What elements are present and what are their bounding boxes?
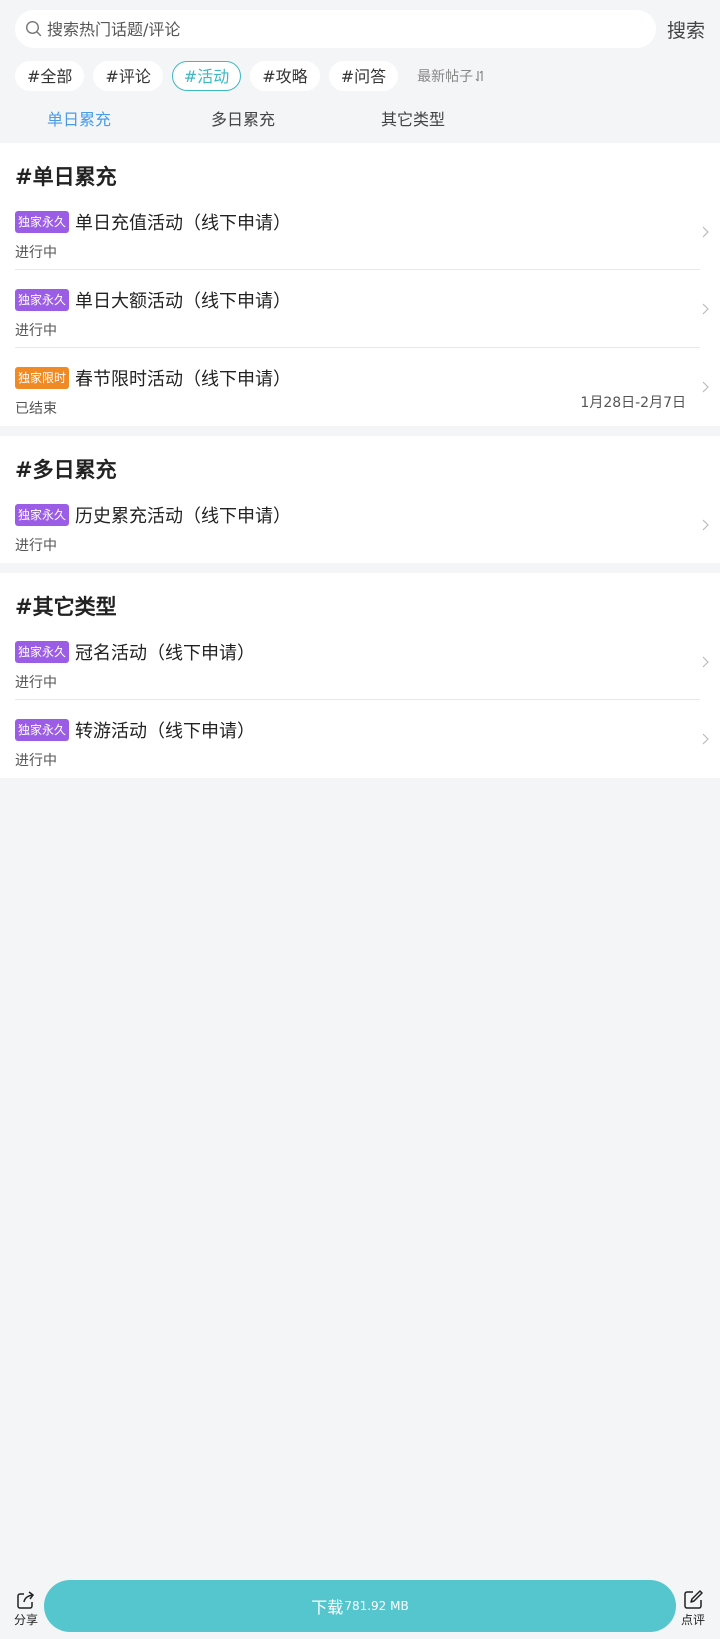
item-title: 单日充值活动（线下申请） bbox=[75, 213, 292, 234]
item-badge: 独家永久 bbox=[15, 641, 70, 663]
subtab-multi-day[interactable]: 多日累充 bbox=[158, 106, 328, 130]
item-title: 单日大额活动（线下申请） bbox=[75, 291, 292, 312]
bottom-bar: 分享 下载 781.92 MB 点评 bbox=[0, 1579, 720, 1639]
sort-icon bbox=[475, 70, 483, 82]
header: 搜索 #全部 #评论 #活动 #攻略 #问答 最新帖子 单日累充 多日累充 其它… bbox=[0, 0, 720, 138]
search-input[interactable] bbox=[47, 19, 607, 39]
activity-item[interactable]: 独家永久 冠名活动（线下申请） 进行中 bbox=[15, 623, 709, 700]
review-label: 点评 bbox=[680, 1613, 705, 1627]
section-title: #单日累充 bbox=[15, 165, 117, 189]
share-label: 分享 bbox=[13, 1613, 38, 1627]
download-size: 781.92 MB bbox=[344, 1599, 409, 1613]
subtab-other[interactable]: 其它类型 bbox=[328, 106, 498, 130]
subtab-single-day[interactable]: 单日累充 bbox=[0, 106, 158, 130]
activity-item[interactable]: 独家永久 单日充值活动（线下申请） 进行中 bbox=[15, 193, 709, 270]
search-row: 搜索 bbox=[0, 10, 720, 48]
activity-item[interactable]: 独家永久 单日大额活动（线下申请） 进行中 bbox=[15, 270, 709, 348]
tag-all[interactable]: #全部 bbox=[15, 61, 85, 91]
chevron-right-icon bbox=[702, 656, 709, 668]
section-multi-day: #多日累充 独家永久 历史累充活动（线下申请） 进行中 bbox=[0, 436, 720, 563]
item-badge: 独家限时 bbox=[15, 367, 70, 389]
item-status: 进行中 bbox=[15, 675, 57, 691]
chevron-right-icon bbox=[702, 303, 709, 315]
activity-item[interactable]: 独家限时 春节限时活动（线下申请） 已结束 1月28日-2月7日 bbox=[15, 348, 709, 426]
item-title: 历史累充活动（线下申请） bbox=[75, 506, 292, 527]
item-date: 1月28日-2月7日 bbox=[580, 395, 686, 411]
section-title: #其它类型 bbox=[15, 595, 117, 619]
edit-icon bbox=[684, 1590, 703, 1609]
chevron-right-icon bbox=[702, 381, 709, 393]
search-button[interactable]: 搜索 bbox=[667, 16, 705, 43]
section-single-day: #单日累充 独家永久 单日充值活动（线下申请） 进行中 独家永久 单日大额活动（… bbox=[0, 143, 720, 426]
item-status: 进行中 bbox=[15, 538, 57, 554]
item-badge: 独家永久 bbox=[15, 719, 70, 741]
subtab-bar: 单日累充 多日累充 其它类型 bbox=[0, 98, 720, 138]
item-title: 转游活动（线下申请） bbox=[75, 721, 256, 742]
chevron-right-icon bbox=[702, 226, 709, 238]
chevron-right-icon bbox=[702, 733, 709, 745]
tag-guide[interactable]: #攻略 bbox=[250, 61, 320, 91]
activity-item[interactable]: 独家永久 转游活动（线下申请） 进行中 bbox=[15, 700, 709, 778]
sort-button[interactable]: 最新帖子 bbox=[417, 66, 485, 86]
tag-qa[interactable]: #问答 bbox=[328, 61, 399, 91]
tag-filter-row: #全部 #评论 #活动 #攻略 #问答 最新帖子 bbox=[0, 60, 720, 92]
item-status: 进行中 bbox=[15, 323, 57, 339]
download-label: 下载 bbox=[311, 1598, 344, 1617]
item-status: 进行中 bbox=[15, 753, 57, 769]
item-badge: 独家永久 bbox=[15, 211, 70, 233]
share-icon bbox=[17, 1591, 35, 1609]
tag-activity[interactable]: #活动 bbox=[171, 61, 242, 91]
download-button[interactable]: 下载 781.92 MB bbox=[44, 1580, 676, 1632]
item-title: 冠名活动（线下申请） bbox=[75, 643, 256, 664]
search-box[interactable] bbox=[15, 10, 656, 48]
sort-label: 最新帖子 bbox=[417, 69, 474, 85]
item-badge: 独家永久 bbox=[15, 289, 70, 311]
item-badge: 独家永久 bbox=[15, 504, 70, 526]
activity-item[interactable]: 独家永久 历史累充活动（线下申请） 进行中 bbox=[15, 486, 709, 563]
share-button[interactable]: 分享 bbox=[6, 1589, 46, 1628]
item-status: 进行中 bbox=[15, 245, 57, 261]
chevron-right-icon bbox=[702, 519, 709, 531]
tag-comment[interactable]: #评论 bbox=[93, 61, 163, 91]
review-button[interactable]: 点评 bbox=[673, 1589, 713, 1628]
section-title: #多日累充 bbox=[15, 458, 117, 482]
search-icon bbox=[25, 20, 42, 37]
section-other: #其它类型 独家永久 冠名活动（线下申请） 进行中 独家永久 转游活动（线下申请… bbox=[0, 573, 720, 778]
item-title: 春节限时活动（线下申请） bbox=[75, 369, 292, 390]
